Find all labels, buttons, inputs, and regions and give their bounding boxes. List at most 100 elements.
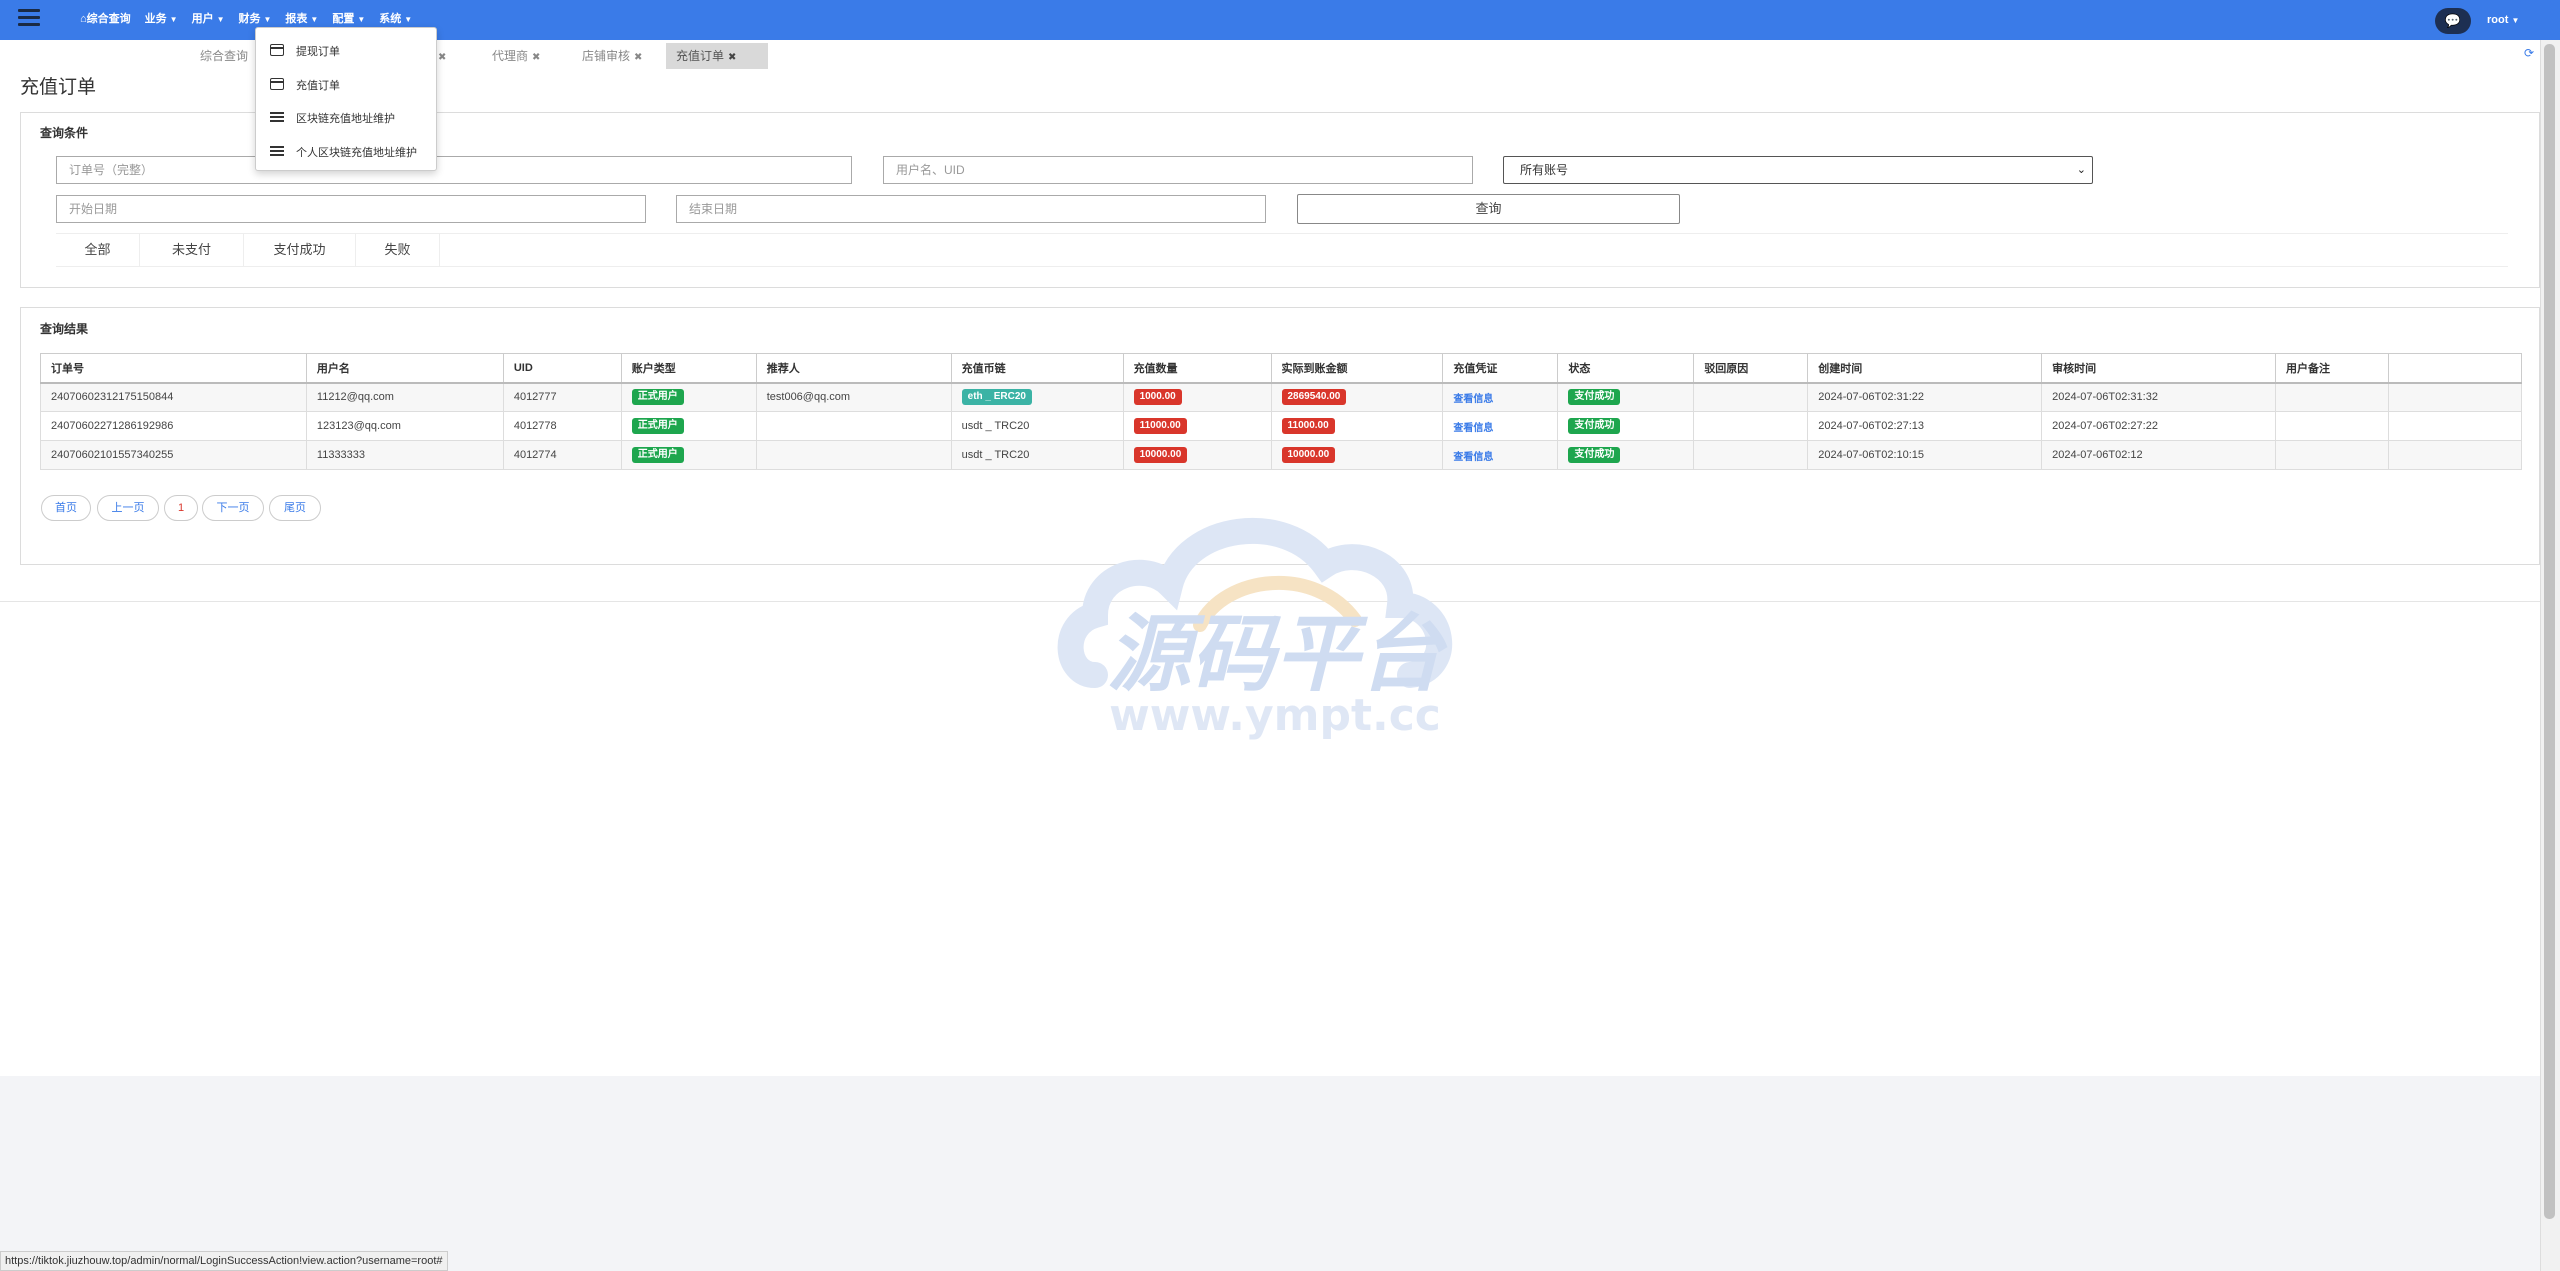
status-tab-failed[interactable]: 失败 [356, 234, 440, 267]
column-header: 账户类型 [620, 353, 757, 384]
order-no-cell: 24070602312175150844 [40, 382, 307, 412]
page-footer-area [0, 1076, 2540, 1271]
status-filter-tabs: 全部 未支付 支付成功 失败 [56, 233, 2508, 267]
view-voucher-link[interactable]: 查看信息 [1453, 452, 1493, 463]
reviewed-at-cell: 2024-07-06T02:31:32 [2041, 382, 2277, 412]
tab-shop-review[interactable]: 店铺审核 ✖ [572, 43, 652, 69]
page-title: 充值订单 [20, 77, 97, 98]
column-header: 充值数量 [1122, 353, 1272, 384]
chat-button[interactable]: 💬 [2435, 8, 2471, 34]
account-type-badge: 正式用户 [631, 389, 684, 406]
amount-cell: 10000.00 [1122, 440, 1272, 470]
voucher-cell: 查看信息 [1442, 382, 1559, 412]
actual-amount-badge: 2869540.00 [1281, 389, 1347, 406]
order-no-cell: 24070602101557340255 [40, 440, 307, 470]
nav-item-label: 综合查询 [86, 13, 131, 25]
nav-item-business[interactable]: 业务 ▼ [145, 10, 178, 26]
column-header: 状态 [1557, 353, 1695, 384]
results-panel-title: 查询结果 [40, 322, 89, 336]
menu-item-withdraw-orders[interactable]: 提现订单 [256, 37, 436, 63]
scrollbar-thumb[interactable] [2544, 44, 2555, 1219]
start-date-input[interactable]: 开始日期 [56, 195, 646, 223]
uid-cell: 4012778 [502, 411, 622, 441]
tab-overview[interactable]: 综合查询 [190, 43, 258, 69]
nav-item-label: 财务 [238, 13, 261, 25]
nav-item-reports[interactable]: 报表 ▼ [285, 10, 318, 26]
amount-cell: 1000.00 [1122, 382, 1272, 412]
table-header-row: 订单号 用户名 UID 账户类型 推荐人 充值币链 充值数量 实际到账金额 充值… [40, 353, 2523, 384]
actual-amount-cell: 11000.00 [1270, 411, 1444, 441]
menu-item-recharge-orders[interactable]: 充值订单 [256, 71, 436, 97]
close-icon[interactable]: ✖ [634, 52, 642, 63]
column-header: 审核时间 [2041, 353, 2277, 384]
account-type-badge: 正式用户 [631, 418, 684, 434]
menu-item-chain-address[interactable]: 区块链充值地址维护 [256, 104, 436, 130]
query-button[interactable]: 查询 [1297, 194, 1680, 224]
coin-chain-badge: eth _ ERC20 [961, 389, 1032, 406]
pagination-prev[interactable]: 上一页 [97, 495, 159, 521]
referrer-cell [755, 411, 952, 441]
status-tab-unpaid[interactable]: 未支付 [140, 234, 244, 267]
menu-item-personal-chain-address[interactable]: 个人区块链充值地址维护 [256, 138, 436, 164]
coin-chain-cell: usdt _ TRC20 [950, 440, 1124, 470]
tab-recharge-orders[interactable]: 充值订单 ✖ [666, 43, 768, 69]
pagination-last[interactable]: 尾页 [269, 495, 321, 521]
close-icon[interactable]: ✖ [438, 52, 446, 63]
menu-item-label: 个人区块链充值地址维护 [296, 147, 417, 159]
nav-item-label: 系统 [379, 13, 402, 25]
finance-dropdown-menu: 提现订单 充值订单 区块链充值地址维护 个人区块链充值地址维护 [255, 27, 437, 171]
caret-down-icon: ▼ [2511, 16, 2520, 25]
table-row: 24070602271286192986 123123@qq.com 40127… [40, 411, 2523, 441]
tab-hidden-close[interactable]: ✖ [434, 43, 456, 69]
tab-label: 代理商 [492, 49, 529, 63]
pagination-next[interactable]: 下一页 [202, 495, 264, 521]
hamburger-menu-icon[interactable] [18, 9, 40, 29]
tab-agents[interactable]: 代理商 ✖ [482, 43, 550, 69]
nav-item-users[interactable]: 用户 ▼ [192, 10, 225, 26]
status-tab-all[interactable]: 全部 [56, 234, 140, 267]
list-icon [270, 146, 284, 156]
placeholder-text: 开始日期 [69, 202, 118, 216]
select-value: 所有账号 [1520, 163, 1569, 177]
caret-down-icon: ▼ [169, 15, 178, 24]
pagination-first[interactable]: 首页 [41, 495, 91, 521]
column-header: 用户备注 [2275, 353, 2389, 384]
chevron-down-icon: ⌄ [2076, 164, 2086, 176]
nav-item-label: 配置 [332, 13, 355, 25]
view-voucher-link[interactable]: 查看信息 [1453, 423, 1493, 434]
pagination-page-current[interactable]: 1 [164, 495, 198, 521]
caret-down-icon: ▼ [357, 15, 366, 24]
caret-down-icon: ▼ [216, 15, 225, 24]
nav-item-overview[interactable]: ⌂综合查询 [80, 10, 131, 26]
refresh-icon[interactable]: ⟳ [2524, 46, 2534, 60]
nav-item-label: 报表 [285, 13, 308, 25]
username-cell: 11333333 [305, 440, 504, 470]
home-icon: ⌂ [80, 13, 87, 25]
close-icon[interactable]: ✖ [728, 52, 736, 63]
order-no-input[interactable]: 订单号（完整） [56, 156, 852, 184]
uid-cell: 4012777 [502, 382, 622, 412]
nav-item-config[interactable]: 配置 ▼ [332, 10, 365, 26]
view-voucher-link[interactable]: 查看信息 [1453, 394, 1493, 405]
status-cell: 支付成功 [1557, 411, 1695, 441]
nav-item-finance[interactable]: 财务 ▼ [239, 10, 272, 26]
account-select[interactable]: 所有账号 ⌄ [1503, 156, 2093, 184]
coin-chain-cell: usdt _ TRC20 [950, 411, 1124, 441]
close-icon[interactable]: ✖ [532, 52, 540, 63]
status-cell: 支付成功 [1557, 440, 1695, 470]
remark-cell [2275, 382, 2389, 412]
actual-amount-cell: 2869540.00 [1270, 382, 1444, 412]
tab-label: 店铺审核 [582, 49, 631, 63]
end-date-input[interactable]: 结束日期 [676, 195, 1266, 223]
nav-item-label: 用户 [191, 13, 214, 25]
created-at-cell: 2024-07-06T02:27:13 [1807, 411, 2043, 441]
nav-item-system[interactable]: 系统 ▼ [379, 10, 412, 26]
user-search-input[interactable]: 用户名、UID [883, 156, 1473, 184]
nav-item-label: 业务 [144, 13, 167, 25]
status-tab-paid[interactable]: 支付成功 [244, 234, 356, 267]
reject-reason-cell [1693, 440, 1809, 470]
user-menu[interactable]: root ▼ [2487, 14, 2519, 26]
voucher-cell: 查看信息 [1442, 440, 1559, 470]
placeholder-text: 订单号（完整） [69, 163, 154, 177]
account-type-badge: 正式用户 [631, 447, 684, 463]
